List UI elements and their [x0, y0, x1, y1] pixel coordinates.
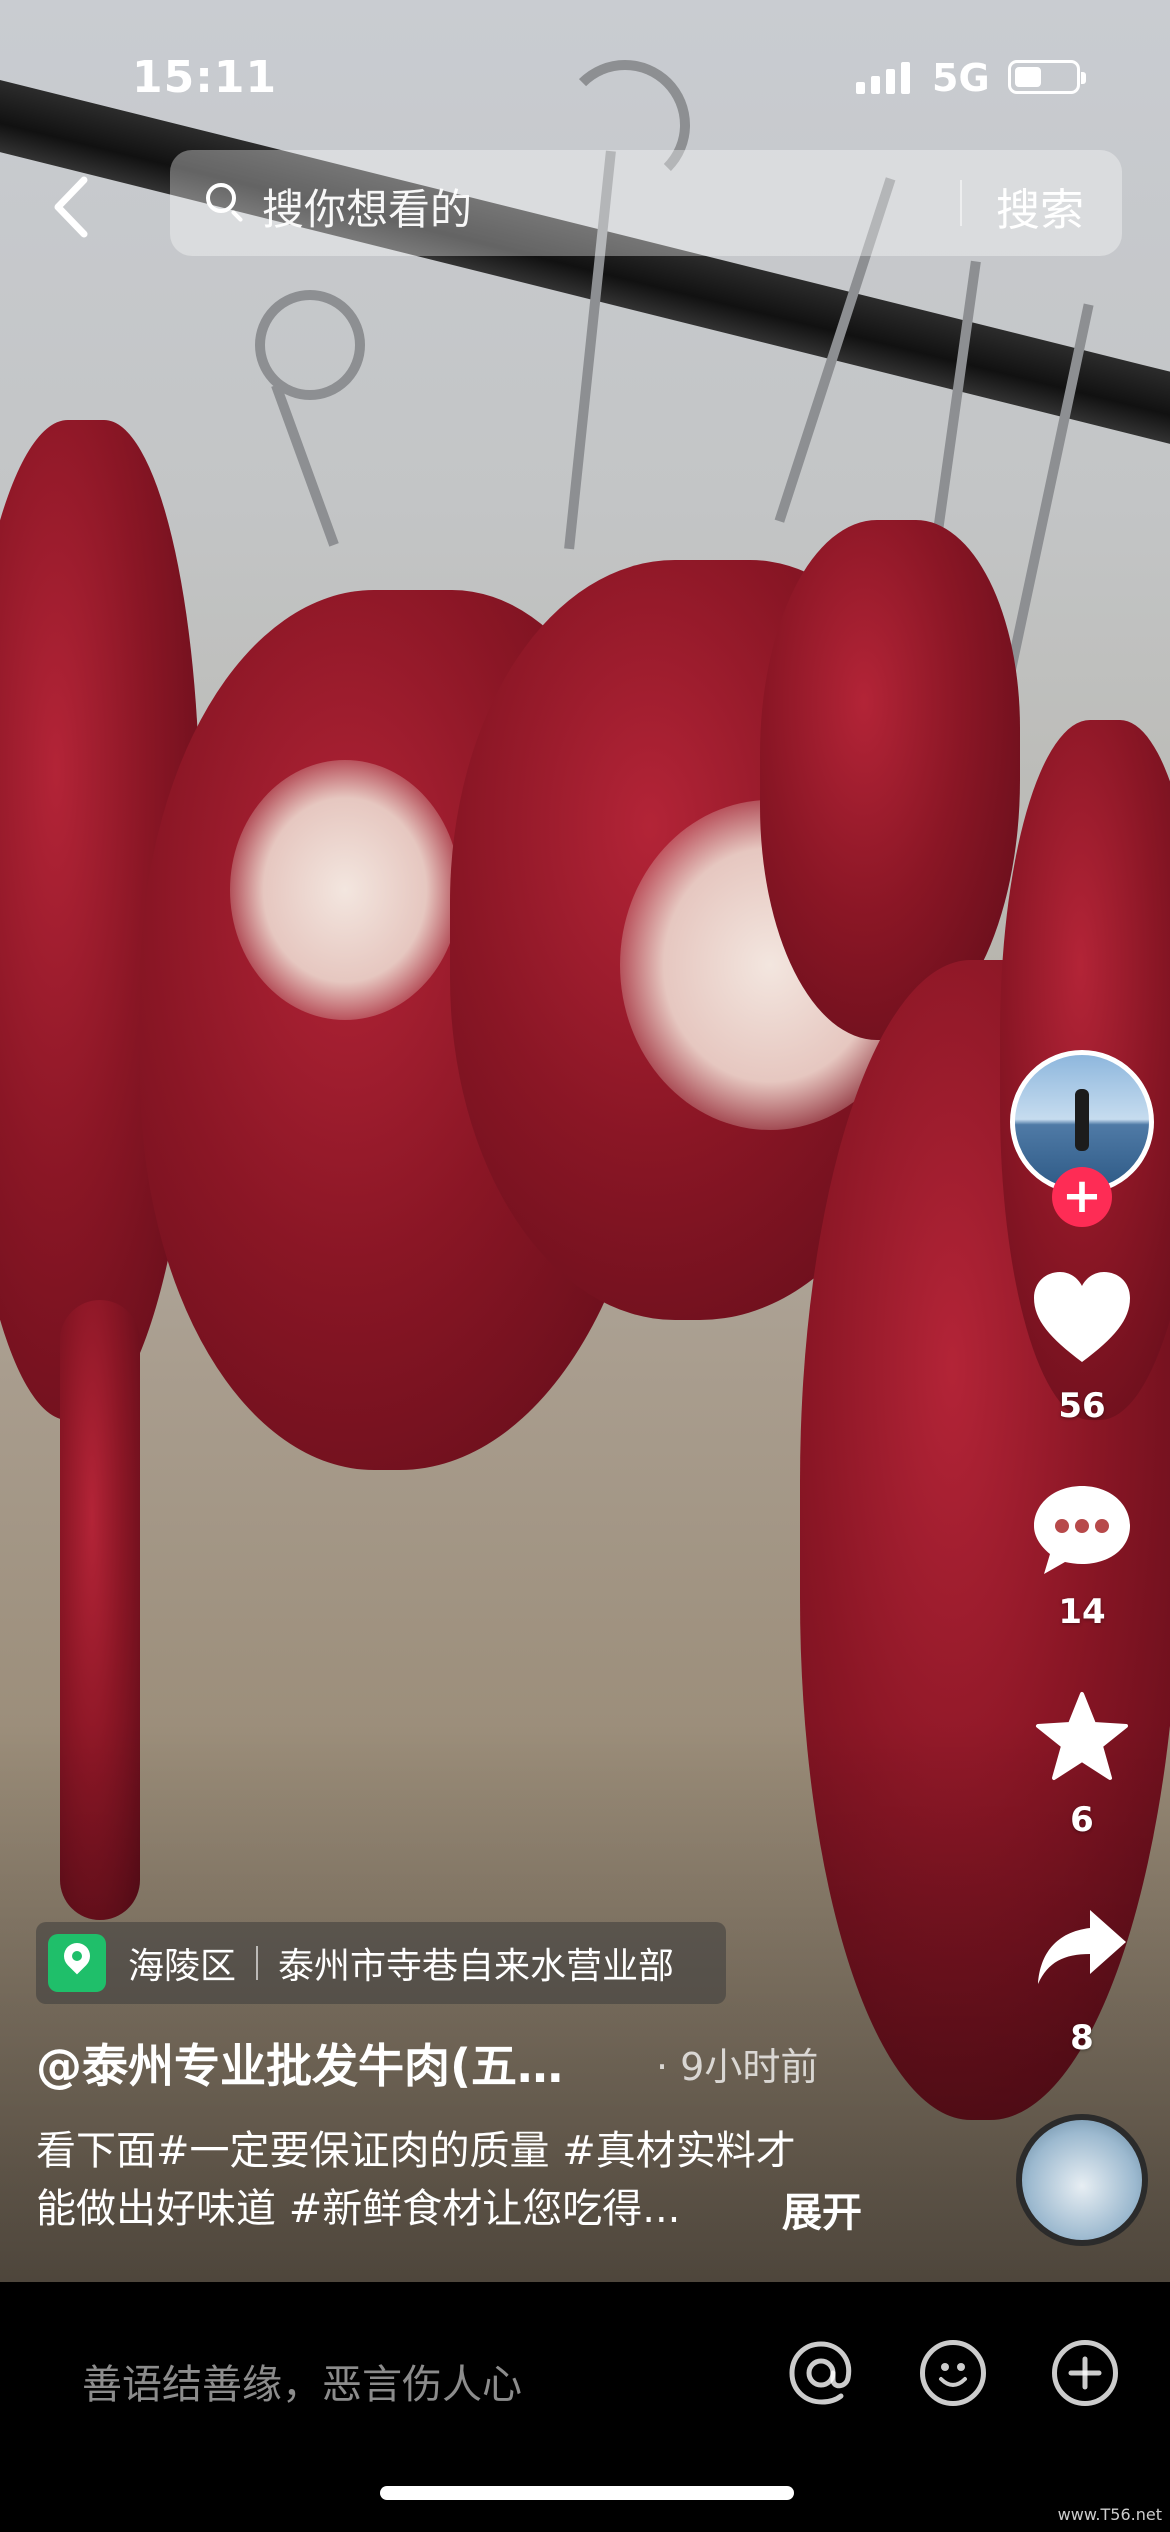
like-count: 56	[1058, 1386, 1106, 1426]
back-arrow-icon	[54, 176, 88, 238]
location-pin-icon	[48, 1934, 106, 1992]
hook-rod	[929, 260, 981, 560]
favorite-count: 6	[1070, 1800, 1094, 1840]
comment-count: 14	[1058, 1592, 1106, 1632]
search-bar[interactable]: 搜你想看的 搜索	[170, 150, 1122, 256]
expand-button[interactable]: 展开	[782, 2180, 862, 2238]
battery-level	[1015, 67, 1041, 87]
location-district: 海陵区	[128, 1946, 237, 1987]
comment-input[interactable]: 善语结善缘，恶言伤人心	[82, 2352, 522, 2410]
battery-icon	[1008, 60, 1086, 94]
location-tag[interactable]: 海陵区 泰州市寺巷自来水营业部	[36, 1922, 726, 2004]
hook-ring	[255, 290, 365, 400]
share-count: 8	[1070, 2018, 1094, 2058]
video-description: 看下面#一定要保证肉的质量 #真材实料才 能做出好味道 #新鲜食材让您吃得...	[36, 2122, 896, 2238]
search-icon	[206, 183, 236, 213]
watermark: www.T56.net	[1057, 2505, 1162, 2524]
search-input[interactable]: 搜你想看的	[262, 176, 472, 237]
location-place: 泰州市寺巷自来水营业部	[278, 1946, 675, 1987]
network-type: 5G	[932, 56, 990, 100]
plus-icon[interactable]	[1052, 2340, 1118, 2406]
description-line: 看下面#一定要保证肉的质量 #真材实料才	[36, 2128, 796, 2174]
search-divider	[960, 180, 962, 226]
fat-marbling	[230, 760, 460, 1020]
emoji-icon[interactable]	[920, 2340, 986, 2406]
cellular-signal-icon	[856, 62, 910, 94]
emoji-face	[939, 2363, 967, 2387]
location-divider	[256, 1946, 259, 1980]
post-time: · 9小时前	[656, 2045, 819, 2089]
star-icon[interactable]	[1034, 1690, 1130, 1782]
comment-icon[interactable]	[1030, 1482, 1134, 1578]
music-disc[interactable]	[1016, 2114, 1148, 2246]
author-name[interactable]: @泰州专业批发牛肉(五…	[36, 2030, 563, 2096]
plus-glyph	[1068, 2356, 1102, 2390]
status-time: 15:11	[132, 52, 278, 103]
heart-icon[interactable]	[1030, 1270, 1134, 1366]
at-icon[interactable]	[786, 2338, 856, 2408]
search-button[interactable]: 搜索	[996, 174, 1084, 238]
follow-button[interactable]: +	[1052, 1167, 1112, 1227]
avatar-figure	[1075, 1089, 1089, 1151]
hook-rod	[271, 383, 339, 547]
description-line: 能做出好味道 #新鲜食材让您吃得...	[36, 2186, 681, 2232]
back-button[interactable]	[46, 172, 98, 242]
home-indicator[interactable]	[380, 2486, 794, 2500]
share-icon[interactable]	[1034, 1906, 1130, 1990]
